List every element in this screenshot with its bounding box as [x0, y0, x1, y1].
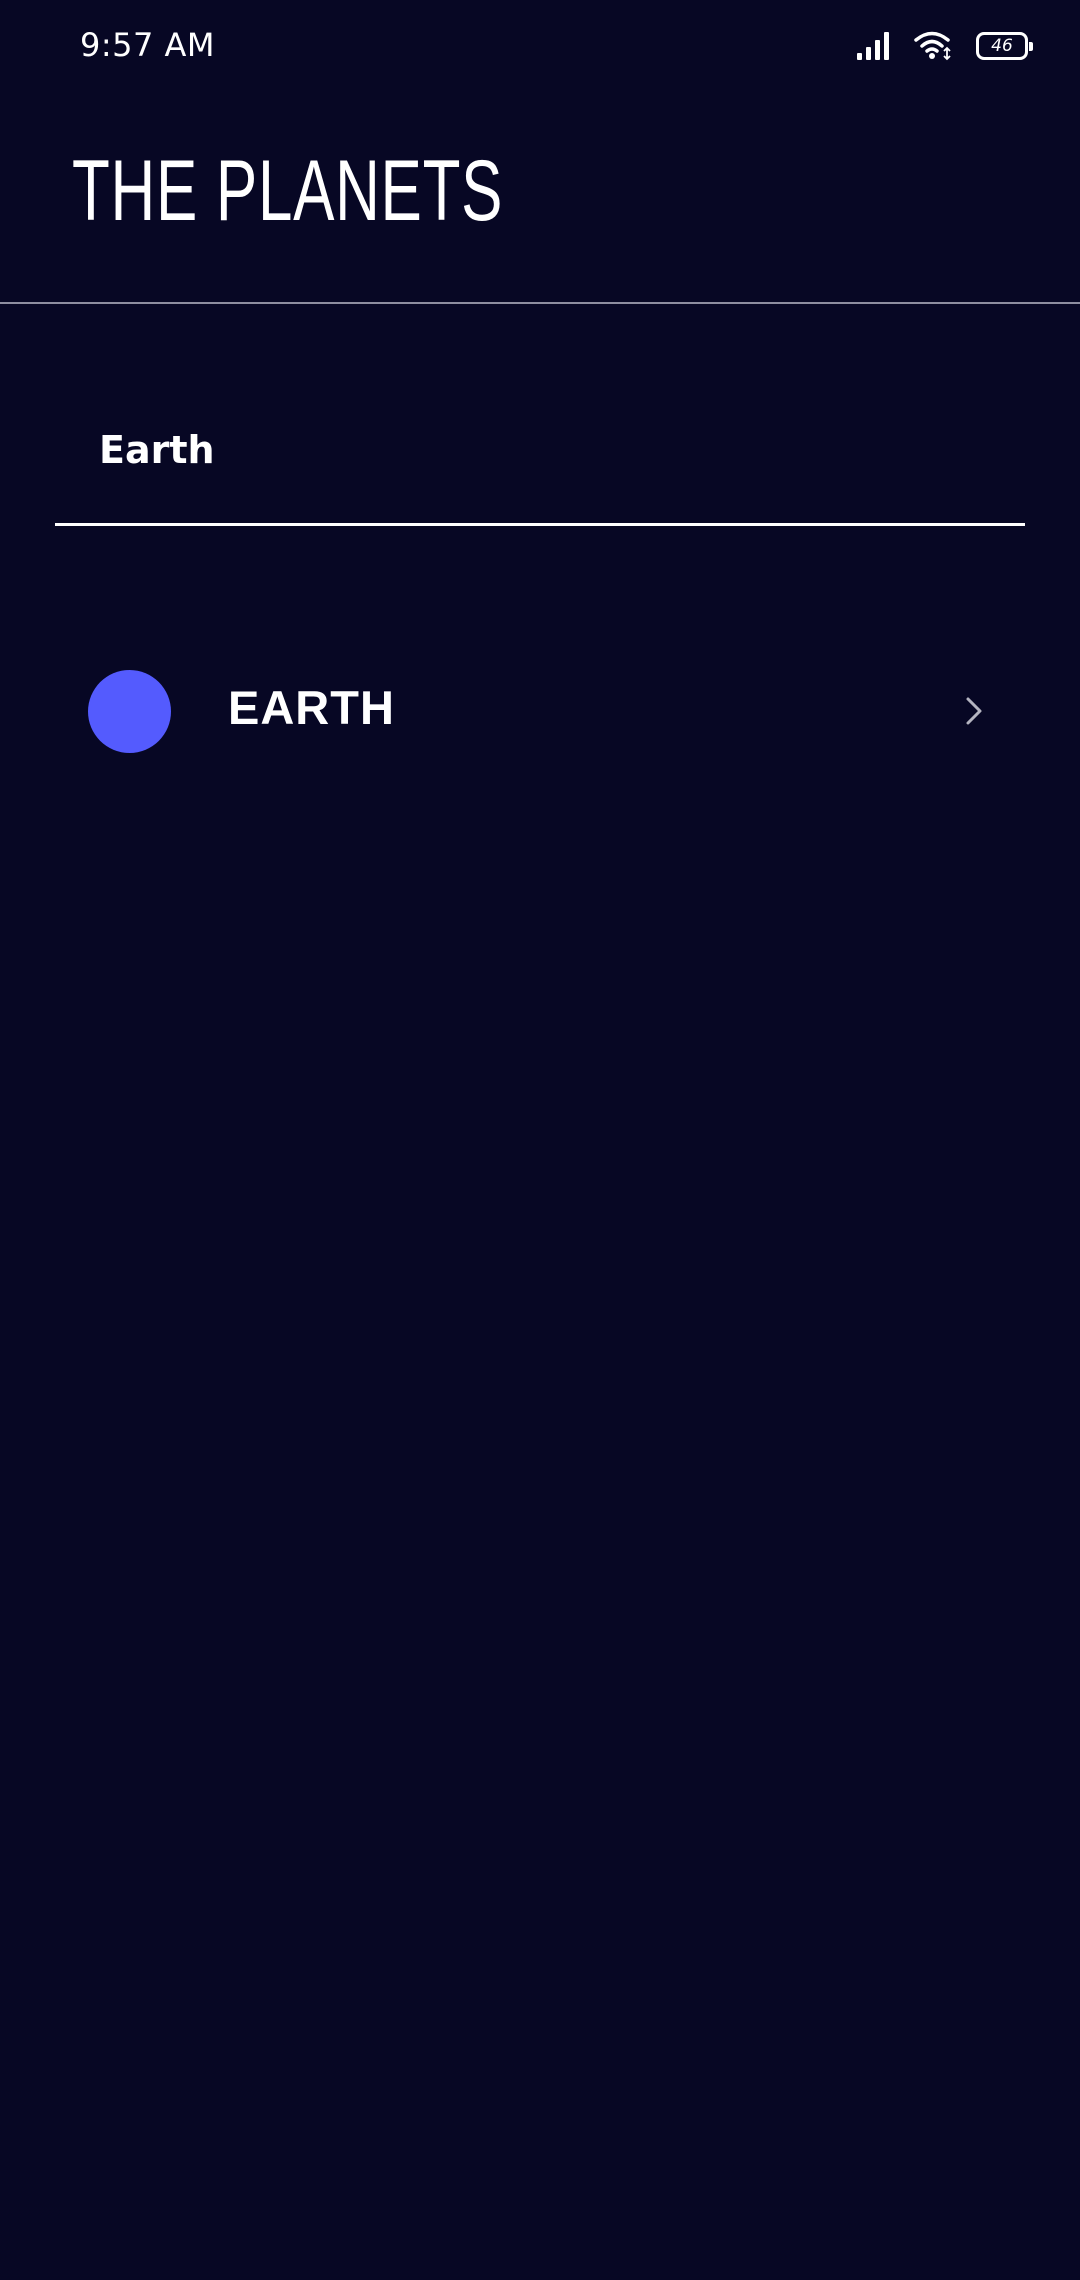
chevron-right-icon [962, 696, 988, 730]
search-input[interactable] [99, 418, 979, 482]
status-icons: 46 [856, 28, 1033, 64]
planet-name: EARTH [228, 681, 395, 734]
battery-icon: 46 [976, 32, 1033, 60]
list-item-earth[interactable]: EARTH [0, 630, 1080, 790]
battery-level: 46 [991, 35, 1013, 56]
wifi-icon [914, 30, 954, 62]
page-title: THE PLANETS [72, 143, 504, 239]
planet-list: EARTH [0, 630, 1080, 790]
search-field [55, 396, 1025, 526]
planet-color-dot [88, 670, 171, 753]
status-bar: 9:57 AM 46 [0, 0, 1080, 96]
app-header: THE PLANETS [0, 96, 1080, 304]
status-time: 9:57 AM [80, 26, 216, 64]
signal-icon [856, 31, 892, 61]
